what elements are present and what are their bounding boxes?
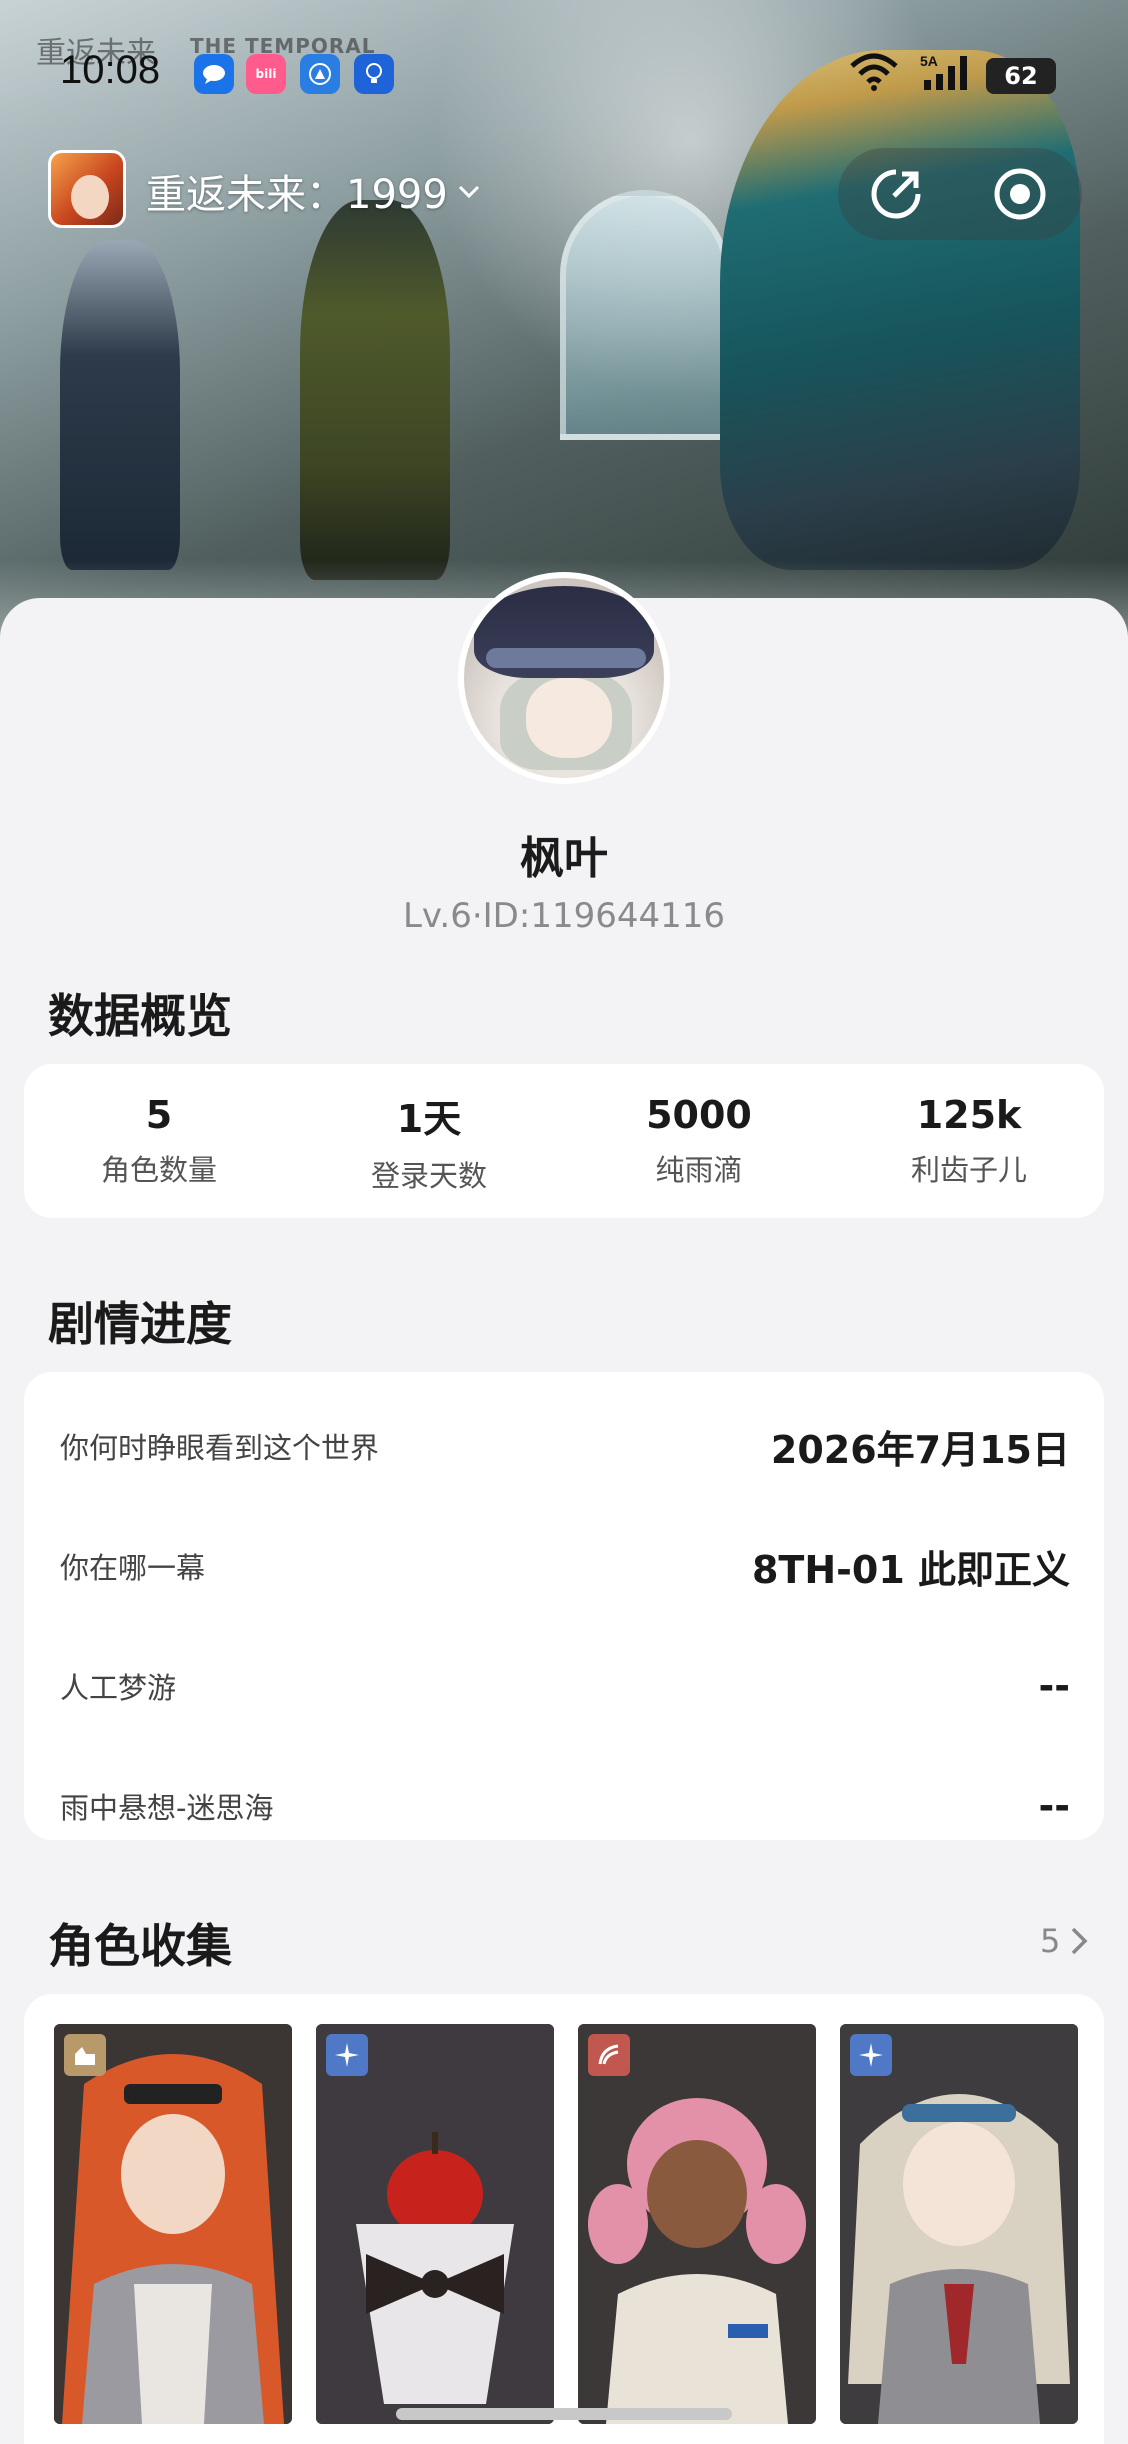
tips-notification-icon bbox=[354, 54, 394, 94]
overview-title: 数据概览 bbox=[48, 989, 232, 1043]
character-card[interactable] bbox=[54, 2024, 292, 2424]
chevron-right-icon bbox=[1072, 1927, 1088, 1955]
story-row-value: 2026年7月15日 bbox=[770, 1427, 1070, 1472]
collection-card bbox=[24, 1994, 1104, 2444]
stat-value: 125k bbox=[916, 1093, 1022, 1137]
record-icon[interactable] bbox=[986, 160, 1054, 228]
stat-item: 5000 纯雨滴 bbox=[564, 1064, 834, 1218]
stat-label: 登录天数 bbox=[370, 1158, 487, 1193]
stat-item: 125k 利齿子儿 bbox=[834, 1064, 1104, 1218]
game-icon[interactable] bbox=[48, 150, 126, 228]
game-switcher[interactable]: 重返未来：1999 bbox=[146, 162, 480, 220]
user-level-id: Lv.6·ID:119644116 bbox=[402, 896, 726, 936]
message-notification-icon bbox=[194, 54, 234, 94]
bilibili-notification-icon: bili bbox=[246, 54, 286, 94]
cellular-signal-icon: 5A bbox=[920, 50, 980, 94]
beast-icon bbox=[64, 2034, 106, 2076]
home-indicator[interactable] bbox=[396, 2408, 732, 2420]
story-row-value: 8TH-01 此即正义 bbox=[751, 1547, 1070, 1592]
story-row-key: 人工梦游 bbox=[60, 1671, 177, 1705]
stat-label: 角色数量 bbox=[100, 1153, 217, 1187]
star-icon bbox=[326, 2034, 368, 2076]
story-card: 你何时睁眼看到这个世界 2026年7月15日 你在哪一幕 8TH-01 此即正义… bbox=[24, 1372, 1104, 1840]
share-icon[interactable] bbox=[862, 160, 930, 228]
story-row-key: 雨中悬想-迷思海 bbox=[60, 1791, 274, 1825]
stat-label: 利齿子儿 bbox=[910, 1153, 1027, 1187]
stat-value: 1天 bbox=[396, 1096, 462, 1141]
game-title-label: 重返未来：1999 bbox=[146, 172, 448, 218]
battery-indicator: 62 bbox=[986, 58, 1056, 94]
story-row: 雨中悬想-迷思海 -- bbox=[60, 1776, 1070, 1836]
overview-card: 5 角色数量 1天 登录天数 5000 纯雨滴 125k 利齿子儿 bbox=[24, 1064, 1104, 1218]
character-card[interactable] bbox=[316, 2024, 554, 2424]
story-row: 你何时睁眼看到这个世界 2026年7月15日 bbox=[60, 1416, 1070, 1476]
status-time: 10:08 bbox=[60, 48, 161, 92]
stat-item: 5 角色数量 bbox=[24, 1064, 294, 1218]
story-title: 剧情进度 bbox=[48, 1297, 232, 1351]
story-row-value: -- bbox=[1038, 1784, 1070, 1828]
wifi-icon bbox=[848, 50, 900, 94]
story-row-value: -- bbox=[1038, 1664, 1070, 1708]
stat-value: 5000 bbox=[646, 1093, 752, 1137]
avatar[interactable] bbox=[458, 572, 670, 784]
story-row-key: 你何时睁眼看到这个世界 bbox=[60, 1431, 380, 1465]
character-card[interactable] bbox=[840, 2024, 1078, 2424]
chevron-down-icon bbox=[458, 177, 480, 205]
collection-more-link[interactable]: 5 bbox=[1040, 1922, 1088, 1960]
plant-icon bbox=[588, 2034, 630, 2076]
stat-item: 1天 登录天数 bbox=[294, 1064, 564, 1218]
stat-label: 纯雨滴 bbox=[655, 1153, 743, 1187]
star-icon bbox=[850, 2034, 892, 2076]
story-row-key: 你在哪一幕 bbox=[60, 1551, 206, 1585]
stat-value: 5 bbox=[145, 1093, 173, 1137]
status-bar: 10:08 bili 5A 62 bbox=[0, 0, 1128, 140]
story-row: 你在哪一幕 8TH-01 此即正义 bbox=[60, 1536, 1070, 1596]
story-row: 人工梦游 -- bbox=[60, 1656, 1070, 1716]
network-type-label: 5A bbox=[920, 53, 938, 69]
collection-title: 角色收集 bbox=[48, 1919, 232, 1973]
username: 枫叶 bbox=[520, 833, 608, 884]
browser-notification-icon bbox=[300, 54, 340, 94]
collection-count: 5 bbox=[1040, 1922, 1061, 1960]
character-card[interactable] bbox=[578, 2024, 816, 2424]
